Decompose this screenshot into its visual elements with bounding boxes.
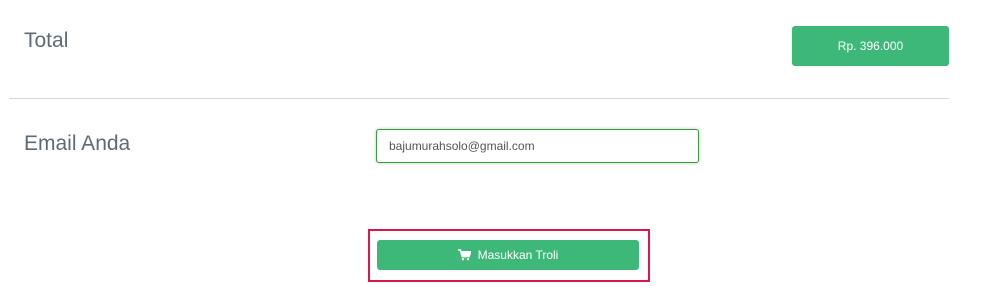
add-to-cart-button[interactable]: Masukkan Troli [377,240,639,270]
divider [9,98,949,99]
email-label: Email Anda [24,132,131,155]
email-field[interactable] [376,129,699,163]
total-label: Total [24,29,69,52]
shopping-cart-icon [457,249,471,261]
add-to-cart-label: Masukkan Troli [477,248,559,262]
total-price-badge: Rp. 396.000 [792,26,949,66]
